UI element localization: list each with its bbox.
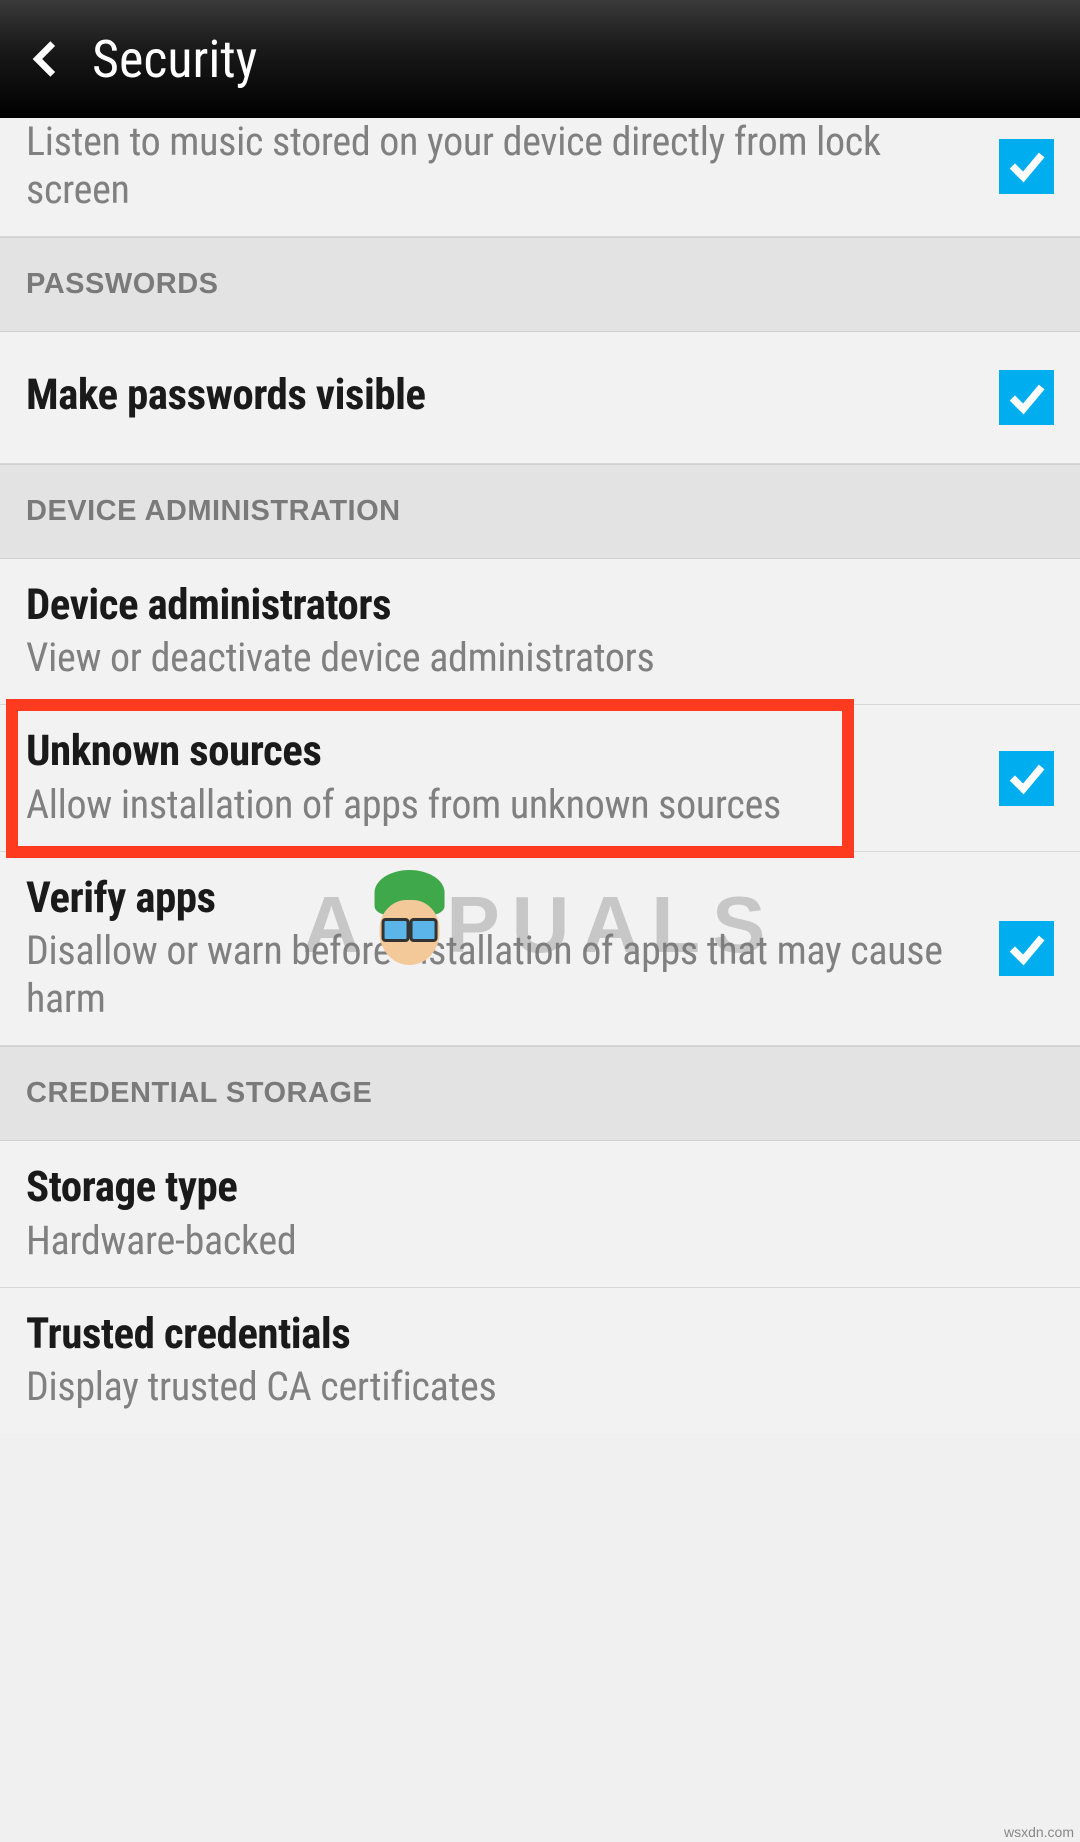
setting-subtitle: Display trusted CA certificates: [26, 1363, 1034, 1411]
settings-list: Listen to music stored on your device di…: [0, 118, 1080, 1433]
setting-title: Storage type: [26, 1163, 1034, 1212]
section-header-passwords: PASSWORDS: [0, 237, 1080, 332]
setting-title: Trusted credentials: [26, 1310, 1034, 1359]
setting-title: Device administrators: [26, 581, 1034, 630]
setting-title: Verify apps: [26, 874, 979, 923]
setting-subtitle: Disallow or warn before installation of …: [26, 927, 979, 1023]
attribution-text: wsxdn.com: [1004, 1824, 1074, 1840]
setting-trusted-credentials[interactable]: Trusted credentials Display trusted CA c…: [0, 1288, 1080, 1433]
setting-unlock-music[interactable]: Listen to music stored on your device di…: [0, 118, 1080, 237]
setting-title: Unknown sources: [26, 727, 979, 776]
header-bar: Security: [0, 0, 1080, 118]
setting-device-administrators[interactable]: Device administrators View or deactivate…: [0, 559, 1080, 705]
setting-subtitle: Listen to music stored on your device di…: [26, 118, 979, 214]
checkbox-unlock-music[interactable]: [999, 139, 1054, 194]
setting-make-passwords-visible[interactable]: Make passwords visible: [0, 332, 1080, 464]
setting-storage-type[interactable]: Storage type Hardware-backed: [0, 1141, 1080, 1287]
setting-title: Make passwords visible: [26, 371, 979, 420]
setting-subtitle: Hardware-backed: [26, 1217, 1034, 1265]
back-icon[interactable]: [22, 34, 72, 84]
section-header-credential-storage: CREDENTIAL STORAGE: [0, 1046, 1080, 1141]
setting-unknown-sources[interactable]: Unknown sources Allow installation of ap…: [0, 705, 1080, 851]
checkbox-passwords-visible[interactable]: [999, 370, 1054, 425]
setting-verify-apps[interactable]: Verify apps Disallow or warn before inst…: [0, 852, 1080, 1046]
section-header-device-admin: DEVICE ADMINISTRATION: [0, 464, 1080, 559]
setting-subtitle: Allow installation of apps from unknown …: [26, 781, 979, 829]
setting-subtitle: View or deactivate device administrators: [26, 634, 1034, 682]
checkbox-unknown-sources[interactable]: [999, 751, 1054, 806]
page-title: Security: [92, 29, 257, 90]
checkbox-verify-apps[interactable]: [999, 921, 1054, 976]
